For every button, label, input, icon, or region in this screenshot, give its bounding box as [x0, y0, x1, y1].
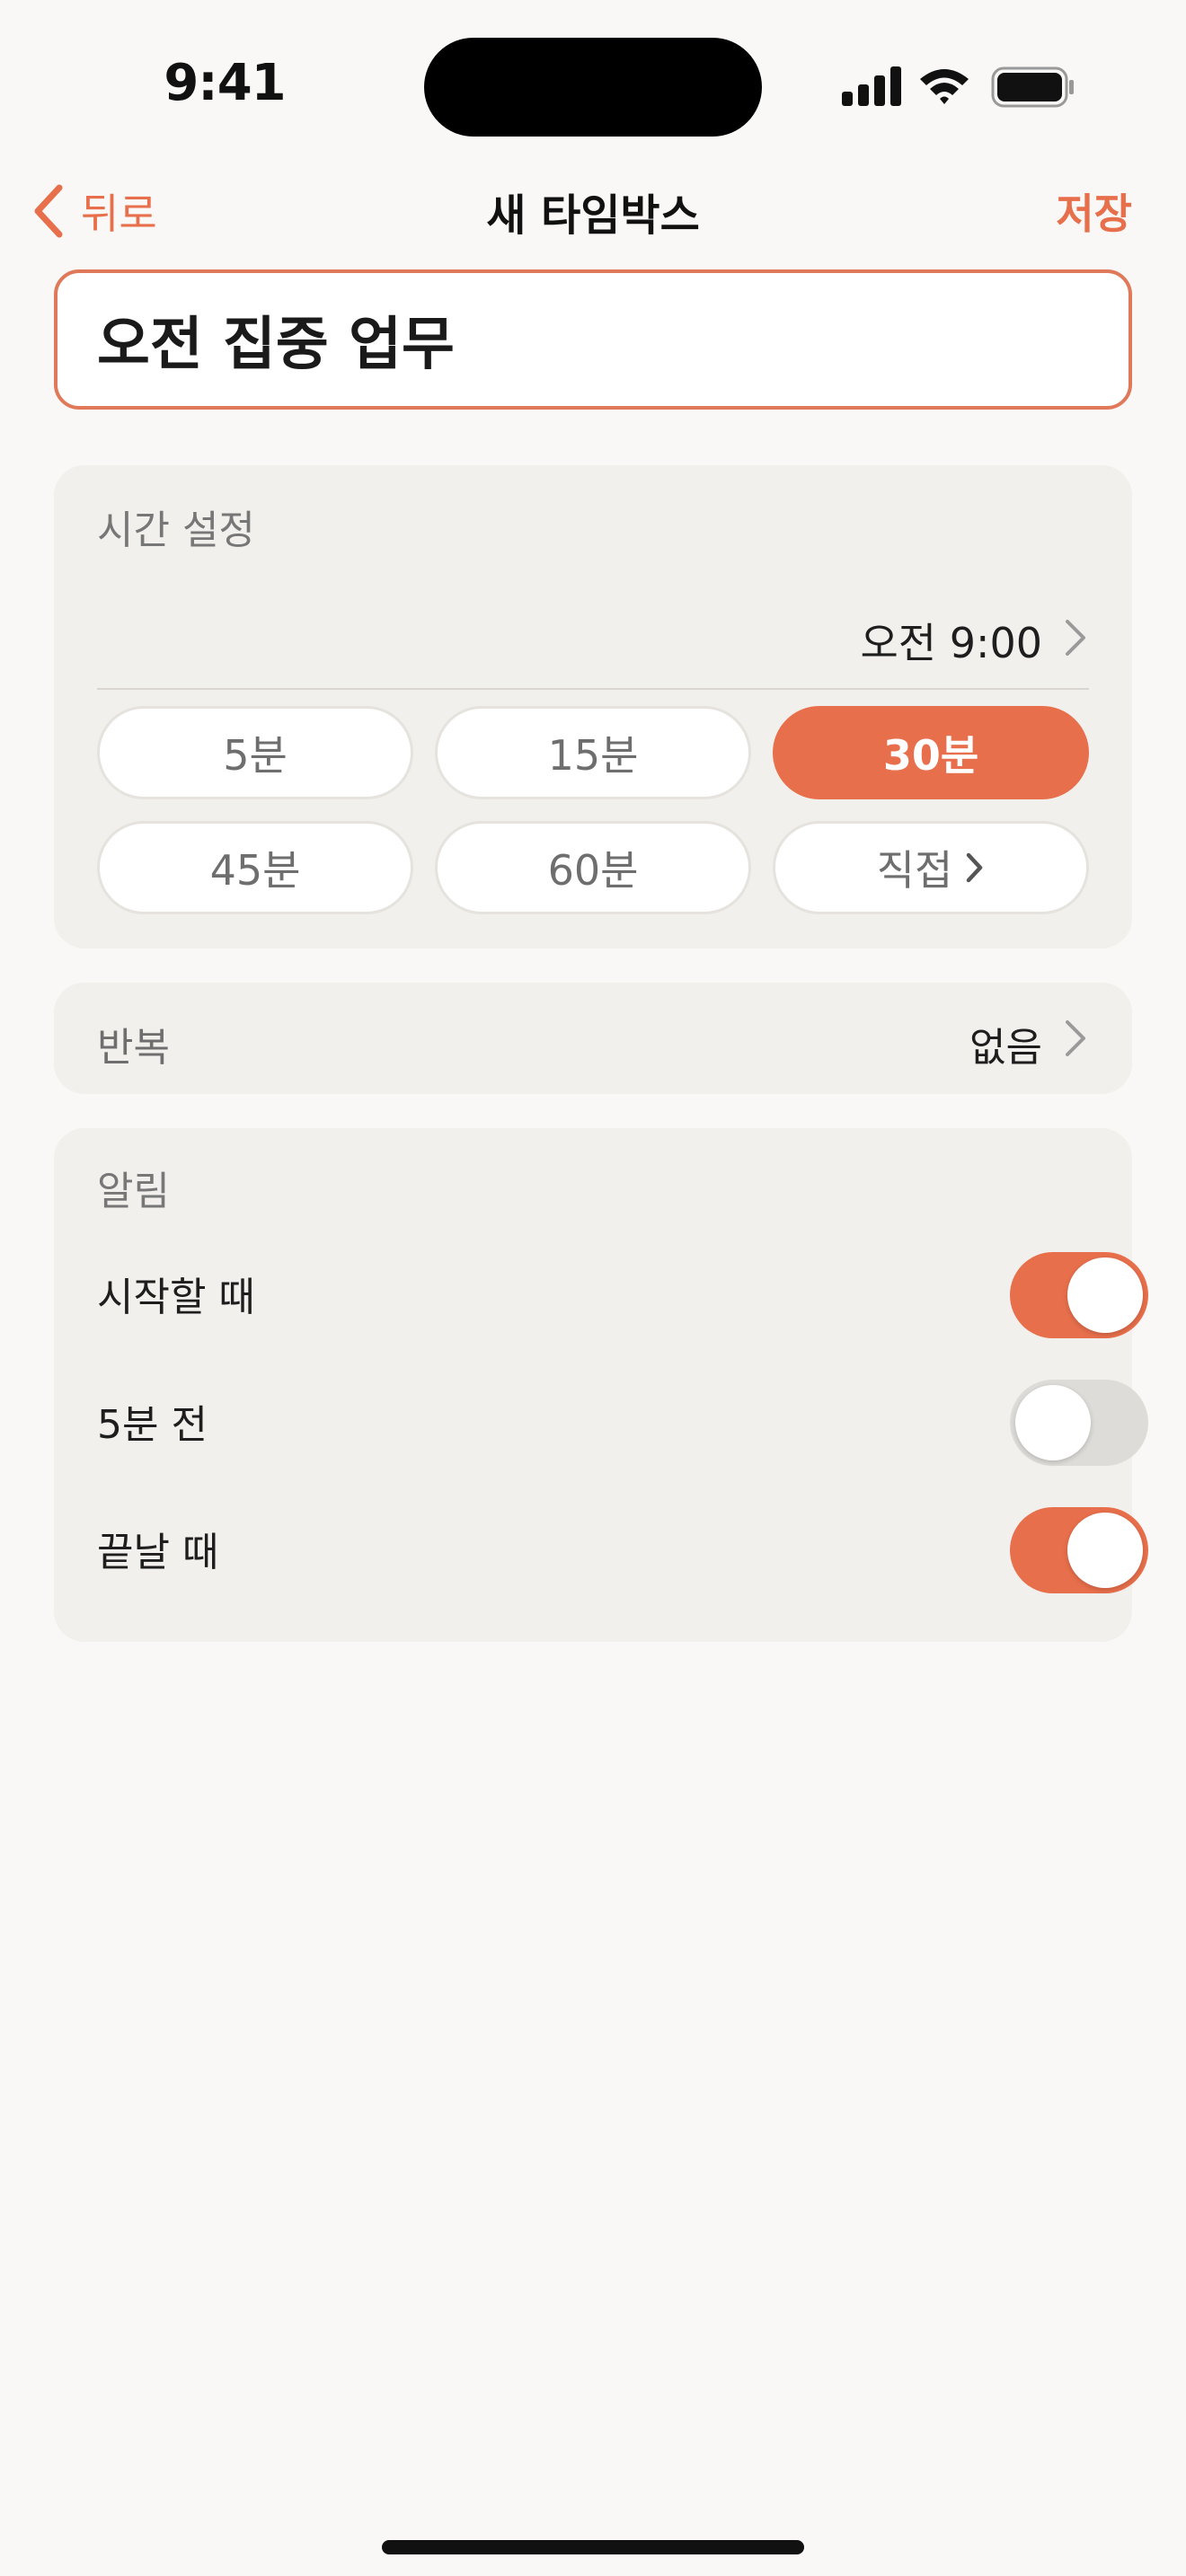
alerts-card: 알림 시작할 때 5분 전 끝날 때	[54, 1128, 1148, 1642]
duration-chip-custom[interactable]: 직접	[773, 821, 1089, 914]
duration-chip-15[interactable]: 15분	[435, 706, 751, 799]
wifi-icon	[920, 69, 969, 104]
chevron-right-icon	[1066, 1020, 1085, 1056]
alert-label-end: 끝날 때	[97, 1530, 219, 1575]
battery-icon	[991, 66, 1074, 108]
status-bar: 9:41	[0, 0, 1186, 171]
chevron-right-icon	[967, 852, 983, 883]
status-time: 9:41	[164, 54, 286, 112]
time-settings-label: 시간 설정	[97, 507, 255, 553]
toggle-knob	[1067, 1513, 1143, 1588]
save-button[interactable]: 저장	[1056, 180, 1132, 243]
repeat-value: 없음	[969, 1025, 1042, 1071]
home-indicator	[382, 2540, 804, 2554]
back-label: 뒤로	[81, 190, 157, 238]
duration-chip-45[interactable]: 45분	[97, 821, 413, 914]
title-field[interactable]	[54, 269, 1132, 410]
alert-toggle-start[interactable]	[1010, 1252, 1148, 1338]
toggle-knob	[1067, 1257, 1143, 1333]
title-input[interactable]	[97, 306, 1089, 373]
chevron-left-icon	[34, 184, 63, 238]
alerts-label: 알림	[97, 1169, 170, 1214]
alert-toggle-end[interactable]	[1010, 1507, 1148, 1593]
time-settings-card: 시간 설정 오전 9:00 5분 15분 30분 45분 60분 직접	[54, 465, 1132, 948]
alert-label-start: 시작할 때	[97, 1275, 255, 1320]
start-time-row[interactable]: 오전 9:00	[97, 591, 1089, 690]
toggle-knob	[1015, 1385, 1091, 1460]
page-title: 새 타임박스	[486, 190, 700, 241]
cellular-signal-icon	[842, 66, 901, 106]
duration-chip-60[interactable]: 60분	[435, 821, 751, 914]
repeat-label: 반복	[97, 1025, 170, 1071]
duration-chip-30[interactable]: 30분	[773, 706, 1089, 799]
chevron-right-icon	[1066, 620, 1085, 656]
alert-toggle-5min-before[interactable]	[1010, 1380, 1148, 1466]
alert-label-5min-before: 5분 전	[97, 1402, 208, 1448]
dynamic-island	[424, 38, 762, 137]
duration-chip-5[interactable]: 5분	[97, 706, 413, 799]
repeat-row[interactable]: 반복 없음	[54, 983, 1132, 1094]
start-time-value: 오전 9:00	[860, 619, 1042, 667]
back-button[interactable]: 뒤로	[32, 180, 157, 243]
